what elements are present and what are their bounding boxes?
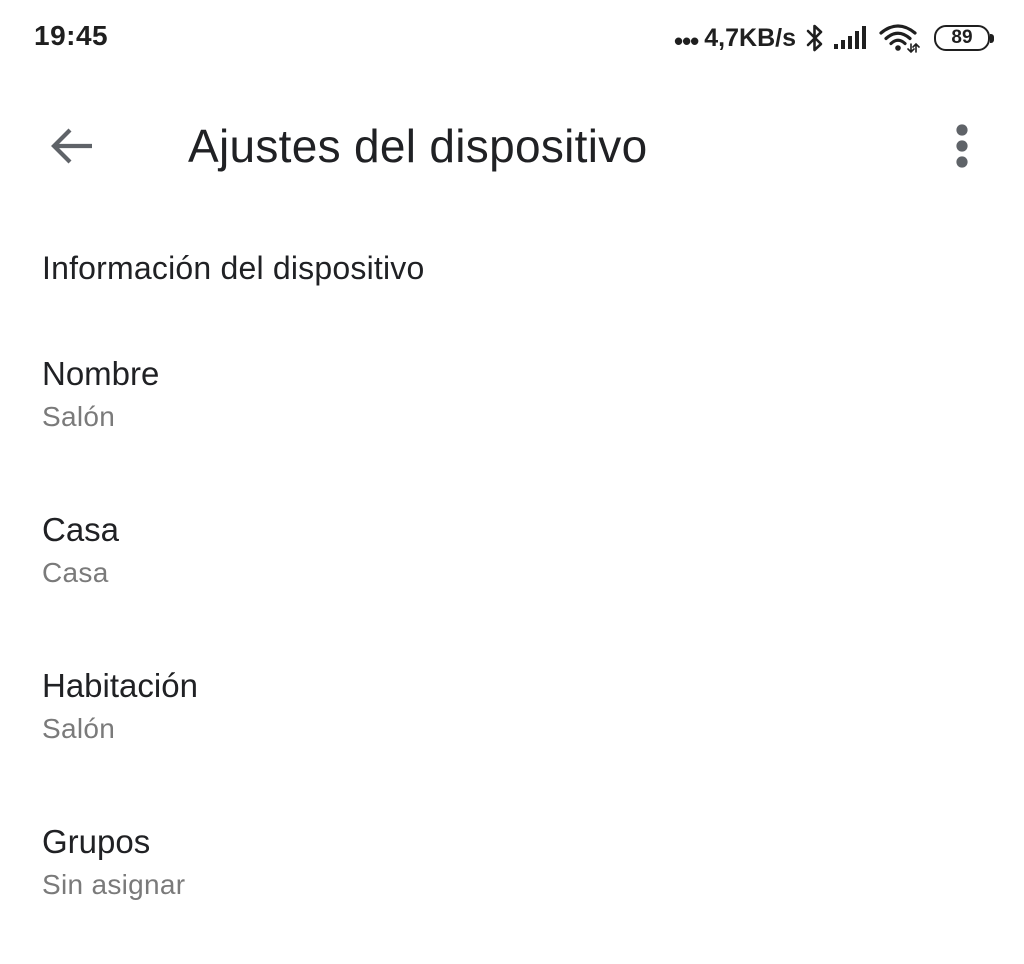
setting-home[interactable]: Casa Casa [0, 496, 1024, 652]
app-bar: Ajustes del dispositivo [0, 96, 1024, 200]
page-title: Ajustes del dispositivo [188, 120, 648, 172]
battery-icon: 89 [934, 25, 994, 51]
setting-title: Nombre [42, 355, 160, 392]
back-button[interactable] [40, 118, 104, 174]
network-speed: 4,7KB/s [704, 23, 796, 52]
battery-level: 89 [934, 25, 990, 51]
arrow-back-icon [49, 126, 95, 166]
setting-groups[interactable]: Grupos Sin asignar [0, 808, 1024, 964]
setting-title: Grupos [42, 823, 151, 860]
status-indicators: ••• 4,7KB/s 89 [673, 18, 994, 58]
wifi-icon [878, 22, 920, 54]
notification-dots: ••• [673, 26, 699, 56]
setting-name[interactable]: Nombre Salón [0, 340, 1024, 496]
setting-room[interactable]: Habitación Salón [0, 652, 1024, 808]
status-time: 19:45 [34, 20, 109, 51]
more-vert-icon [955, 123, 969, 169]
setting-value: Casa [42, 557, 109, 588]
bluetooth-icon [804, 23, 826, 53]
setting-title: Habitación [42, 667, 198, 704]
setting-value: Salón [42, 713, 116, 744]
status-bar: 19:45 ••• 4,7KB/s 89 [0, 0, 1024, 76]
cell-signal-icon [832, 25, 872, 51]
setting-value: Salón [42, 401, 116, 432]
setting-title: Casa [42, 511, 120, 548]
section-header-device-info: Información del dispositivo [42, 250, 425, 286]
more-options-button[interactable] [934, 116, 990, 176]
setting-value: Sin asignar [42, 869, 186, 900]
settings-list: Nombre Salón Casa Casa Habitación Salón … [0, 340, 1024, 964]
